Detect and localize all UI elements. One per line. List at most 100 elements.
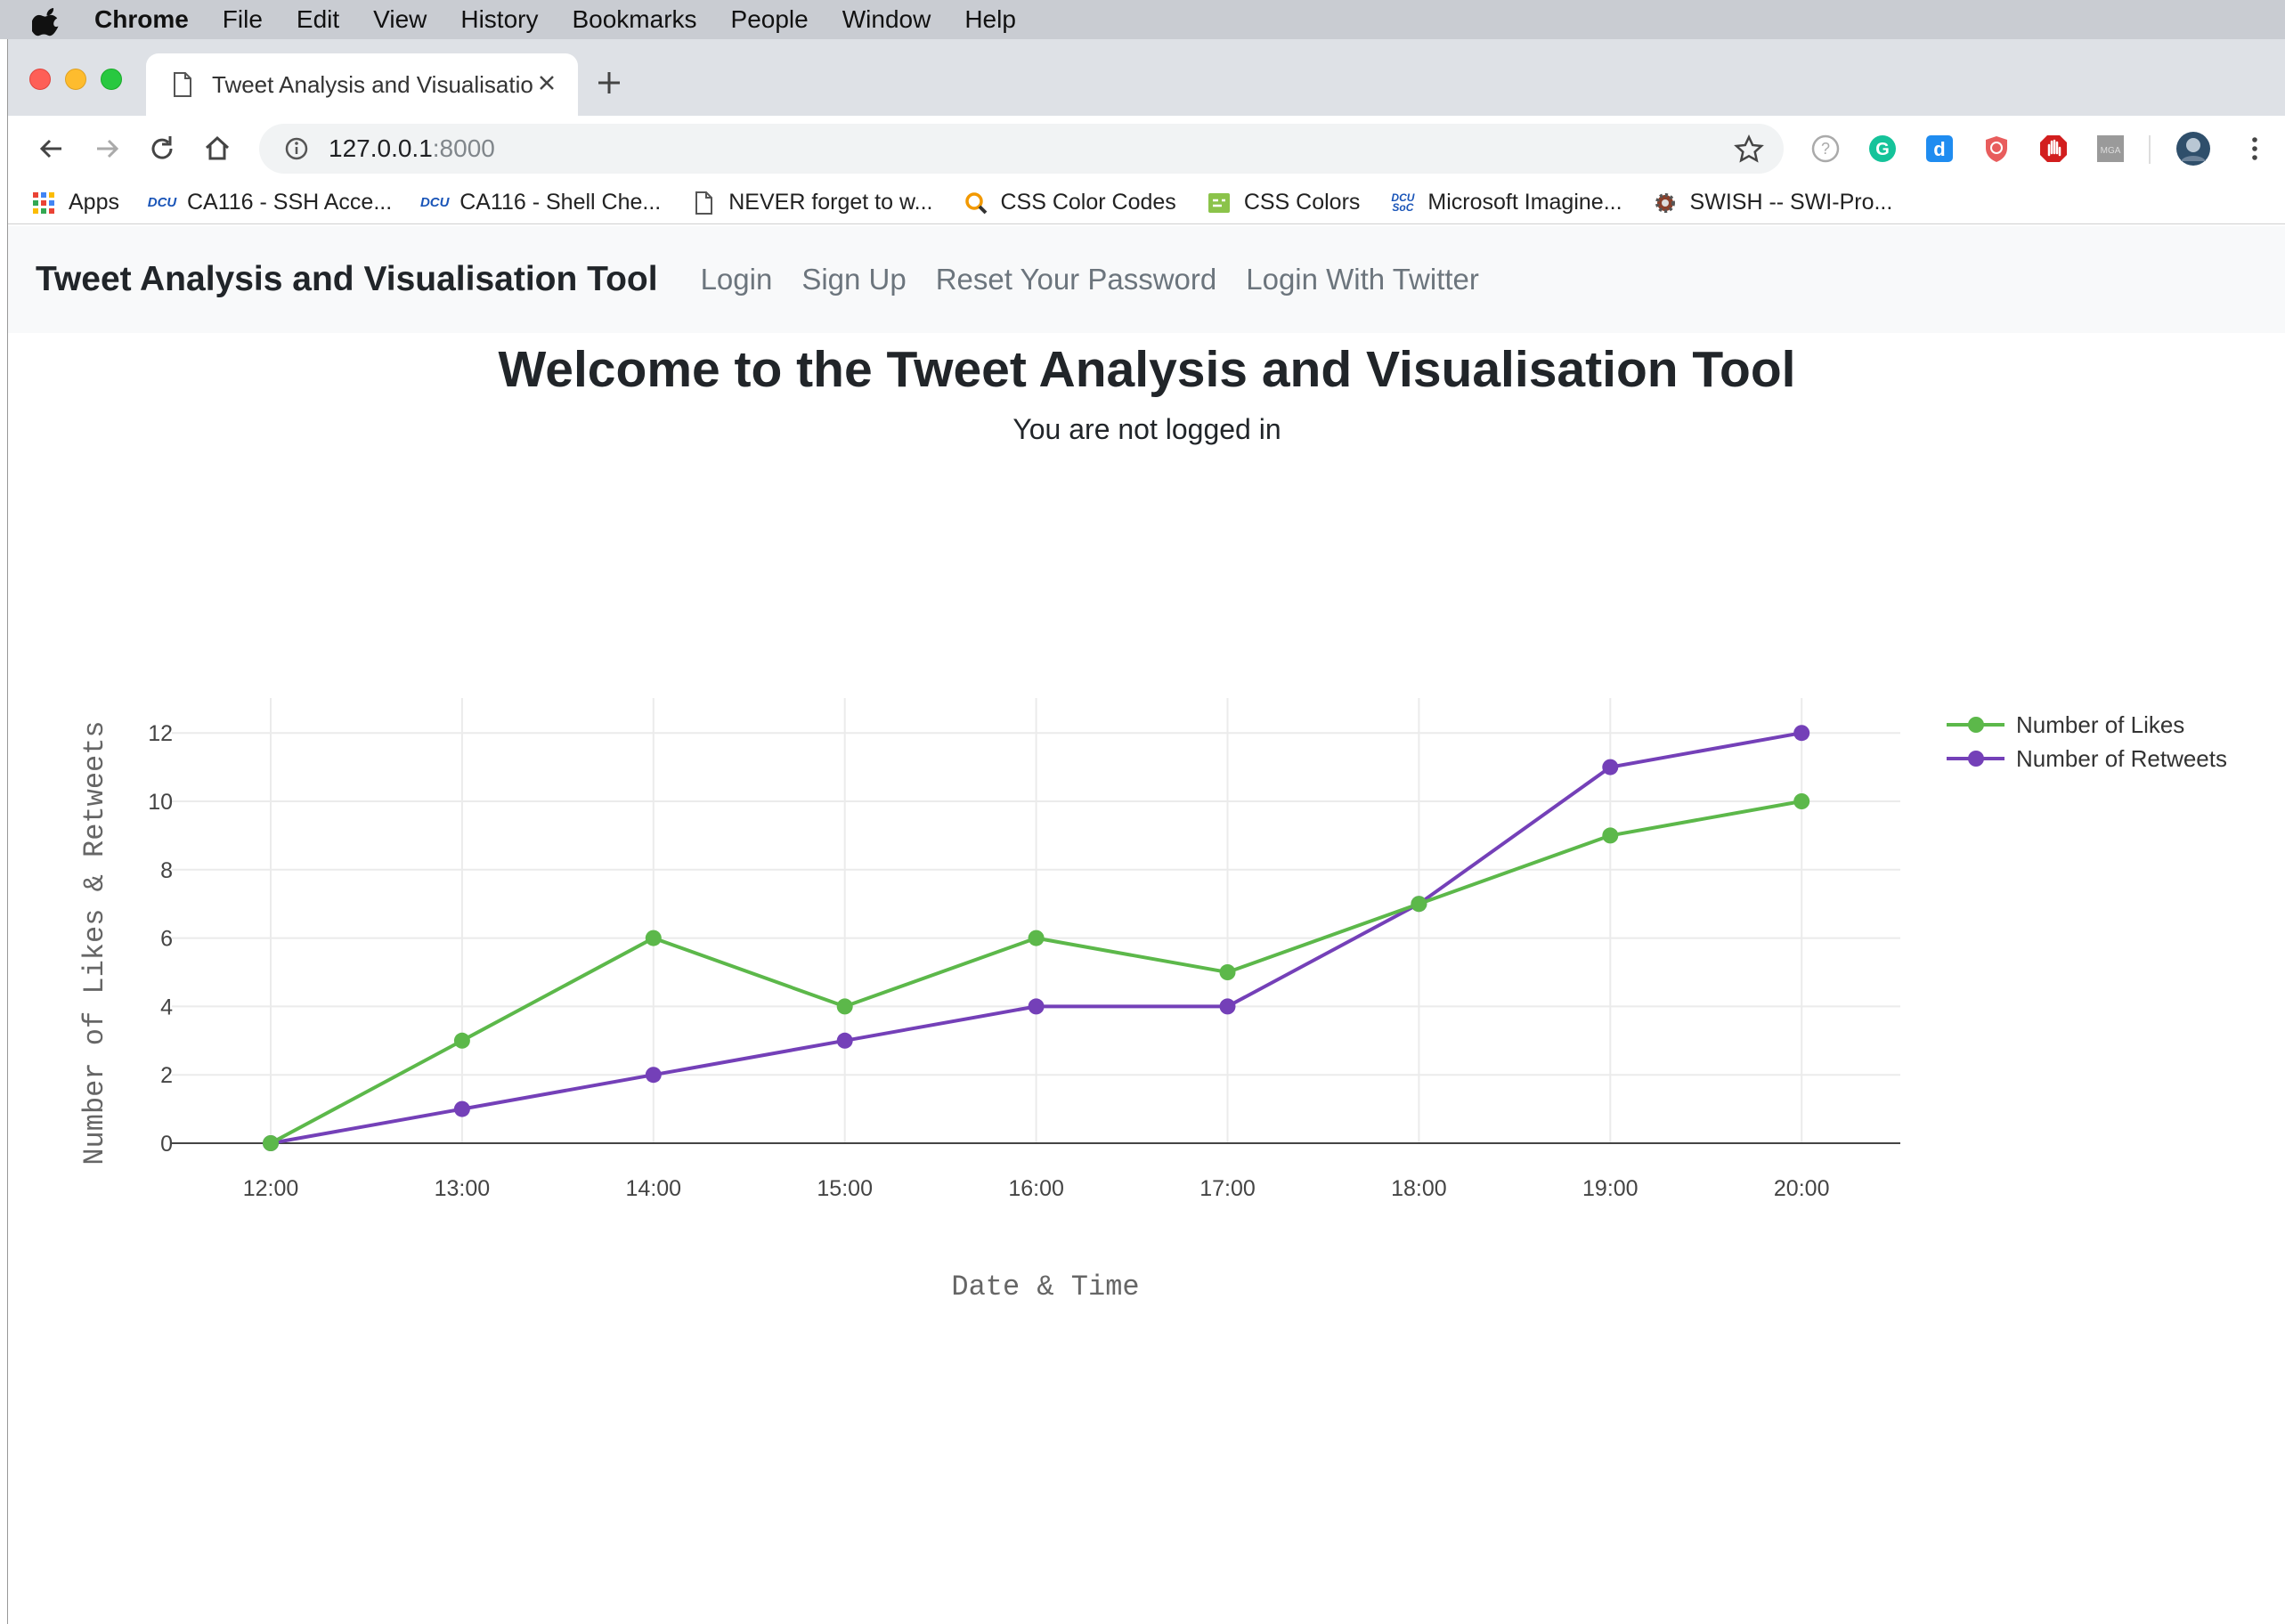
y-tick-label: 0 <box>160 1132 173 1157</box>
menu-view[interactable]: View <box>373 5 427 34</box>
menu-people[interactable]: People <box>731 5 809 34</box>
bookmark-ca116-ssh[interactable]: DCU CA116 - SSH Acce... <box>147 190 393 215</box>
bookmark-css-color-codes[interactable]: CSS Color Codes <box>964 190 1176 215</box>
y-tick-label: 2 <box>160 1063 173 1088</box>
bookmark-label: SWISH -- SWI-Pro... <box>1689 190 1893 215</box>
data-point <box>1219 998 1236 1015</box>
grammarly-icon[interactable]: G <box>1867 134 1898 164</box>
magnifier-icon <box>964 191 987 214</box>
bookmark-label: Microsoft Imagine... <box>1427 190 1622 215</box>
data-point <box>836 998 853 1015</box>
back-icon[interactable] <box>37 134 67 164</box>
bookmark-never-forget[interactable]: NEVER forget to w... <box>691 190 933 215</box>
bookmark-label: CSS Color Codes <box>1000 190 1176 215</box>
address-bar[interactable]: 127.0.0.1:8000 <box>259 124 1784 174</box>
toolbar-divider <box>2149 135 2151 164</box>
data-point <box>836 1032 853 1049</box>
bookmark-label: CA116 - SSH Acce... <box>186 190 393 215</box>
profile-avatar[interactable] <box>2175 131 2211 166</box>
forward-icon[interactable] <box>92 134 122 164</box>
new-tab-icon[interactable] <box>596 69 622 96</box>
close-tab-icon[interactable] <box>533 69 560 96</box>
data-point <box>453 1032 470 1049</box>
browser-window: Tweet Analysis and Visualisation Tool <box>7 39 2285 1624</box>
menu-edit[interactable]: Edit <box>297 5 339 34</box>
apple-logo-icon[interactable] <box>32 3 64 37</box>
likes-retweets-line-chart: 0 2 4 6 8 10 12 12:00 13:00 14:00 15:00 16:00 17:00 1… <box>78 698 2227 1303</box>
reload-icon[interactable] <box>147 134 177 164</box>
bookmark-apps[interactable]: Apps <box>31 190 119 215</box>
x-axis-title: Date & Time <box>951 1271 1139 1303</box>
info-icon[interactable] <box>284 136 309 161</box>
browser-toolbar: 127.0.0.1:8000 ? G d MGA <box>8 116 2285 182</box>
home-icon[interactable] <box>202 134 232 164</box>
menu-file[interactable]: File <box>223 5 263 34</box>
x-tick-label: 14:00 <box>626 1176 682 1201</box>
mega-extension-icon[interactable]: MGA <box>2095 134 2126 164</box>
x-tick-label: 19:00 <box>1582 1176 1639 1201</box>
data-point <box>1602 759 1619 775</box>
svg-text:G: G <box>1875 140 1890 159</box>
tab-strip: Tweet Analysis and Visualisation Tool <box>8 39 2285 116</box>
web-page: Tweet Analysis and Visualisation Tool Lo… <box>8 226 2285 1624</box>
bookmarks-bar: Apps DCU CA116 - SSH Acce... DCU CA116 -… <box>8 182 2285 224</box>
tab-active[interactable]: Tweet Analysis and Visualisation Tool <box>146 53 578 116</box>
bookmark-label: Apps <box>69 190 119 215</box>
data-point <box>1028 930 1045 946</box>
bookmark-swish[interactable]: SWISH -- SWI-Pro... <box>1653 190 1893 215</box>
x-tick-label: 13:00 <box>435 1176 491 1201</box>
data-point <box>453 1100 470 1117</box>
menu-bookmarks[interactable]: Bookmarks <box>572 5 696 34</box>
url-port: :8000 <box>432 134 495 162</box>
shield-icon[interactable] <box>1981 134 2012 164</box>
y-tick-label: 4 <box>160 995 173 1019</box>
legend-label: Number of Retweets <box>2016 745 2227 772</box>
menu-window[interactable]: Window <box>842 5 931 34</box>
dcu-soc-icon: DCU SoC <box>1391 191 1415 214</box>
legend-label: Number of Likes <box>2016 711 2184 738</box>
bookmark-label: CSS Colors <box>1243 190 1361 215</box>
x-tick-label: 20:00 <box>1774 1176 1830 1201</box>
x-tick-label: 18:00 <box>1391 1176 1447 1201</box>
x-tick-label: 12:00 <box>243 1176 299 1201</box>
menu-help[interactable]: Help <box>964 5 1016 34</box>
data-point <box>1602 827 1619 844</box>
minimize-window-button[interactable] <box>65 69 86 90</box>
dcu-icon: DCU <box>419 195 450 210</box>
stop-hand-icon[interactable] <box>2038 134 2069 164</box>
svg-text:d: d <box>1933 138 1945 160</box>
dashlane-icon[interactable]: d <box>1924 134 1955 164</box>
svg-text:MGA: MGA <box>2101 146 2121 156</box>
close-window-button[interactable] <box>29 69 51 90</box>
data-point <box>645 1067 662 1084</box>
css-icon <box>1208 192 1230 213</box>
bookmark-ca116-shell[interactable]: DCU CA116 - Shell Che... <box>419 190 662 215</box>
bookmark-star-icon[interactable] <box>1734 134 1764 165</box>
data-point <box>1793 725 1810 742</box>
svg-text:?: ? <box>1821 140 1830 158</box>
more-menu-icon[interactable] <box>2240 134 2270 164</box>
dcu-icon: DCU <box>147 195 177 210</box>
x-tick-label: 17:00 <box>1199 1176 1256 1201</box>
legend-marker <box>1968 717 1984 733</box>
x-tick-label: 16:00 <box>1008 1176 1064 1201</box>
y-tick-label: 12 <box>148 721 173 746</box>
menu-app-chrome[interactable]: Chrome <box>94 5 189 34</box>
data-point <box>263 1135 279 1151</box>
data-point <box>645 930 662 946</box>
bookmark-css-colors[interactable]: CSS Colors <box>1207 190 1361 215</box>
help-extension-icon[interactable]: ? <box>1810 134 1841 164</box>
y-tick-label: 6 <box>160 927 173 952</box>
menu-history[interactable]: History <box>460 5 538 34</box>
bookmark-label: CA116 - Shell Che... <box>459 190 662 215</box>
document-icon <box>695 191 713 215</box>
y-tick-label: 8 <box>160 858 173 883</box>
bookmark-microsoft-imagine[interactable]: DCU SoC Microsoft Imagine... <box>1390 190 1622 215</box>
data-point <box>1411 896 1427 913</box>
macos-menu-bar: Chrome File Edit View History Bookmarks … <box>0 0 2285 39</box>
data-point <box>1219 964 1236 980</box>
apps-grid-icon <box>33 191 54 214</box>
data-point <box>1028 998 1045 1015</box>
y-tick-label: 10 <box>148 790 173 815</box>
zoom-window-button[interactable] <box>101 69 122 90</box>
